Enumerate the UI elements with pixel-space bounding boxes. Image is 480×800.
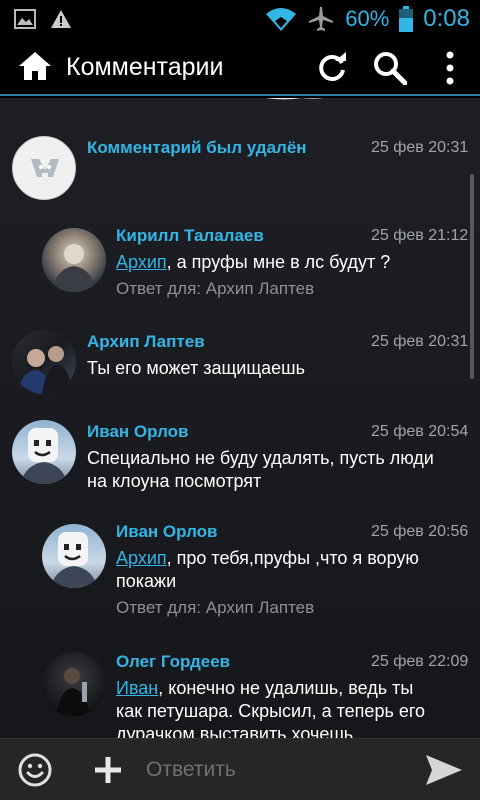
reply-to[interactable]: Ответ для: Архип Лаптев (116, 279, 314, 299)
list-item[interactable]: Иван Орлов 25 фев 20:54 Специально не бу… (0, 406, 480, 506)
author-name[interactable]: Иван Орлов (87, 422, 189, 442)
avatar (12, 136, 76, 200)
home-icon[interactable] (18, 51, 52, 81)
author-name[interactable]: Олег Гордеев (116, 652, 230, 672)
reply-to[interactable]: Ответ для: Архип Лаптев (116, 598, 314, 618)
marshmello-mask (50, 532, 98, 588)
person-silhouette (18, 346, 72, 394)
reply-input[interactable] (146, 753, 396, 787)
comment-text-line-2: покажи (116, 571, 177, 591)
avatar[interactable] (42, 652, 106, 716)
comment-date: 25 фев 20:54 (371, 423, 469, 440)
refresh-icon[interactable] (316, 51, 348, 83)
marshmello-mask (20, 428, 68, 484)
person-silhouette (52, 244, 96, 292)
author-name[interactable]: Комментарий был удалён (87, 138, 307, 158)
comment-date: 25 фев 20:31 (371, 333, 469, 350)
image-icon (14, 9, 36, 29)
list-item[interactable]: Олег Гордеев 25 фев 22:09 Иван, конечно … (0, 638, 480, 738)
send-icon[interactable] (424, 753, 464, 787)
comment-text-line-1: Иван, конечно не удалишь, ведь ты (116, 678, 414, 698)
airplane-mode-icon (309, 7, 334, 31)
avatar[interactable] (42, 228, 106, 292)
status-bar: 60% 0:08 (0, 0, 480, 38)
comment-text-line-1: Архип, про тебя,пруфы ,что я ворую (116, 548, 419, 568)
avatar[interactable] (42, 524, 106, 588)
comment-text-line-1: Специально не буду удалять, пусть люди (87, 448, 434, 468)
avatar[interactable] (12, 420, 76, 484)
person-silhouette (56, 668, 90, 716)
battery-percent: 60% (345, 6, 390, 31)
comment-text: Архип, а пруфы мне в лс будут ? (116, 252, 391, 272)
list-item[interactable]: Кирилл Талалаев 25 фев 21:12 Архип, а пр… (0, 206, 480, 299)
comments-list[interactable]: Комментарий был удалён 25 фев 20:31 Кири… (0, 98, 480, 738)
comment-text: Ты его может защищаешь (87, 358, 305, 378)
clock: 0:08 (423, 5, 470, 32)
action-bar: Комментарии (0, 38, 480, 96)
author-name[interactable]: Кирилл Талалаев (116, 226, 264, 246)
list-item[interactable]: Комментарий был удалён 25 фев 20:31 (0, 98, 480, 206)
comment-date: 25 фев 21:12 (371, 227, 469, 244)
author-name[interactable]: Иван Орлов (116, 522, 218, 542)
emoji-icon[interactable] (18, 753, 52, 787)
comment-text-line-2: как петушара. Скрысил, а теперь его (116, 701, 426, 721)
comment-date: 25 фев 20:31 (371, 139, 469, 156)
author-name[interactable]: Архип Лаптев (87, 332, 205, 352)
warning-icon (51, 10, 71, 28)
plus-icon[interactable] (93, 755, 123, 785)
overflow-menu-icon[interactable] (440, 51, 460, 85)
reply-bar (0, 738, 480, 800)
list-item[interactable]: Иван Орлов 25 фев 20:56 Архип, про тебя,… (0, 506, 480, 624)
page-title: Комментарии (66, 53, 224, 81)
mention-link[interactable]: Иван (116, 678, 158, 698)
mention-link[interactable]: Архип (116, 252, 167, 272)
comment-date: 25 фев 22:09 (371, 653, 469, 670)
mention-link[interactable]: Архип (116, 548, 167, 568)
wifi-icon (266, 8, 297, 31)
comment-text-line-3: дурачком выставить хочешь (116, 724, 354, 738)
comment-date: 25 фев 20:56 (371, 523, 469, 540)
comment-text-line-2: на клоуна посмотрят (87, 471, 262, 491)
avatar[interactable] (12, 330, 76, 394)
search-icon[interactable] (373, 51, 407, 85)
battery-icon (399, 6, 414, 32)
vk-logo-icon (31, 159, 59, 177)
list-item[interactable]: Архип Лаптев 25 фев 20:31 Ты его может з… (0, 316, 480, 396)
